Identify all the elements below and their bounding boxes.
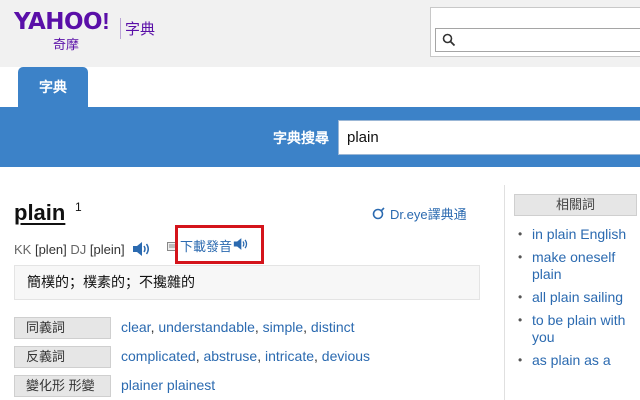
antonyms-label: 反義詞 bbox=[14, 346, 111, 368]
inflection-link[interactable]: plainer plainest bbox=[121, 377, 215, 393]
related-title: 相關詞 bbox=[514, 194, 637, 216]
synonym-link[interactable]: simple bbox=[263, 319, 303, 335]
meaning-box: 簡樸的；樸素的；不攙雜的 bbox=[14, 265, 480, 300]
dict-search-input[interactable]: plain bbox=[338, 120, 640, 155]
synonyms-list: clear, understandable, simple, distinct bbox=[121, 319, 355, 335]
dreye-icon bbox=[372, 207, 385, 220]
dreye-link-label: Dr.eye譯典通 bbox=[390, 207, 467, 222]
related-item[interactable]: to be plain with you bbox=[517, 312, 640, 346]
synonym-link[interactable]: understandable bbox=[158, 319, 255, 335]
logo-bang: ! bbox=[102, 8, 110, 34]
header: YAHOO! 奇摩 字典 bbox=[0, 0, 640, 67]
search-icon bbox=[442, 33, 456, 47]
dreye-link[interactable]: Dr.eye譯典通 bbox=[372, 204, 467, 223]
pronunciation: KK [plen] DJ [plein] bbox=[14, 241, 150, 257]
dict-search-label: 字典搜尋 bbox=[273, 130, 329, 146]
logo-section: 字典 bbox=[120, 18, 155, 39]
entry-word: plain bbox=[14, 200, 66, 225]
entry-superscript: 1 bbox=[75, 200, 82, 214]
related-item[interactable]: as plain as a bbox=[517, 352, 640, 369]
dj-label: DJ bbox=[70, 242, 87, 257]
kk-label: KK bbox=[14, 242, 32, 257]
related-list: in plain English make oneself plain all … bbox=[517, 226, 640, 375]
logo-brand: YAHOO bbox=[14, 9, 103, 35]
yahoo-logo[interactable]: YAHOO! 奇摩 字典 bbox=[14, 8, 155, 52]
dj-value: [plein] bbox=[89, 242, 125, 257]
antonym-link[interactable]: complicated bbox=[121, 348, 196, 364]
kk-value: [plen] bbox=[34, 242, 67, 257]
speaker-icon[interactable] bbox=[132, 241, 150, 257]
antonym-link[interactable]: abstruse bbox=[203, 348, 257, 364]
synonym-link[interactable]: distinct bbox=[311, 319, 355, 335]
related-item[interactable]: make oneself plain bbox=[517, 249, 640, 283]
antonym-link[interactable]: intricate bbox=[265, 348, 314, 364]
top-search-input[interactable] bbox=[435, 28, 640, 52]
top-search-panel bbox=[430, 7, 640, 57]
inflections-label: 變化形 形變 bbox=[14, 375, 111, 397]
synonyms-label: 同義詞 bbox=[14, 317, 111, 339]
tab-dictionary[interactable]: 字典 bbox=[18, 67, 88, 108]
related-item[interactable]: in plain English bbox=[517, 226, 640, 243]
highlight-box bbox=[175, 225, 264, 264]
related-item[interactable]: all plain sailing bbox=[517, 289, 640, 306]
synonym-link[interactable]: clear bbox=[121, 319, 151, 335]
antonym-link[interactable]: devious bbox=[322, 348, 370, 364]
inflections-list: plainer plainest bbox=[121, 377, 215, 393]
antonyms-list: complicated, abstruse, intricate, deviou… bbox=[121, 348, 371, 364]
logo-sub: 奇摩 bbox=[53, 37, 80, 52]
